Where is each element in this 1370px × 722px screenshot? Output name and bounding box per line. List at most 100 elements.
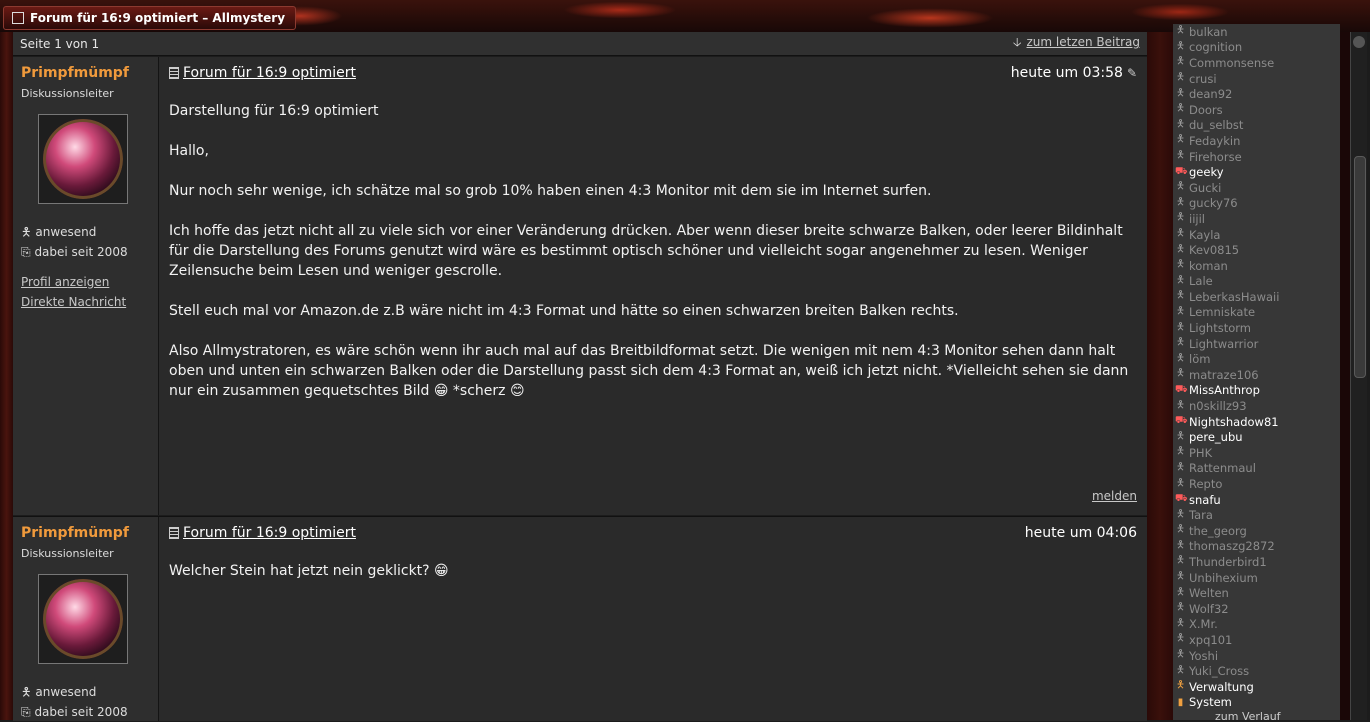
admin-icon: 🯅 [1176, 680, 1185, 692]
member-item[interactable]: 🯅 Rattenmaul [1173, 461, 1340, 477]
member-item[interactable]: 🯅 Wolf32 [1173, 601, 1340, 617]
member-item[interactable]: ⛟ Nightshadow81 [1173, 414, 1340, 430]
member-name: dean92 [1189, 87, 1233, 102]
member-name: bulkan [1189, 24, 1228, 39]
person-icon: 🯅 [1176, 539, 1185, 551]
browser-tab[interactable]: Forum für 16:9 optimiert – Allmystery [3, 6, 297, 30]
avatar[interactable] [38, 574, 128, 664]
member-item[interactable]: 🯅 PHK [1173, 445, 1340, 461]
member-item[interactable]: 🯅 Lightstorm [1173, 320, 1340, 336]
member-item[interactable]: 🯅 Thunderbird1 [1173, 554, 1340, 570]
member-item[interactable]: 🯅 Lale [1173, 274, 1340, 290]
member-item[interactable]: ⛟ geeky [1173, 164, 1340, 180]
member-item[interactable]: 🯅 pere_ubu [1173, 429, 1340, 445]
person-icon: 🯅 [1176, 243, 1185, 255]
member-item[interactable]: 🯅 Unbihexium [1173, 570, 1340, 586]
member-item[interactable]: 🯅 löm [1173, 351, 1340, 367]
member-item[interactable]: 🯅 Repto [1173, 476, 1340, 492]
profile-link[interactable]: Profil anzeigen [21, 272, 150, 292]
member-item[interactable]: 🯅 koman [1173, 258, 1340, 274]
post-title-link[interactable]: Forum für 16:9 optimiert [183, 65, 356, 81]
username[interactable]: Primpfmümpf [21, 525, 150, 541]
member-item[interactable]: 🯅 X.Mr. [1173, 617, 1340, 633]
member-item[interactable]: 🯅 Tara [1173, 507, 1340, 523]
member-name: Repto [1189, 477, 1223, 492]
member-item[interactable]: 🯅 Firehorse [1173, 149, 1340, 165]
member-item[interactable]: 🯅 dean92 [1173, 86, 1340, 102]
member-name: MissAnthrop [1189, 383, 1260, 398]
member-name: the_georg [1189, 523, 1247, 538]
latest-post-link[interactable]: zum letzen Beitrag [1027, 35, 1141, 49]
post-time: heute um 03:58 [1010, 65, 1123, 81]
member-name: iijil [1189, 211, 1205, 226]
member-name: Thunderbird1 [1189, 554, 1267, 569]
member-item[interactable]: 🯅 iijil [1173, 211, 1340, 227]
user-since: dabei seit 2008 [34, 245, 128, 259]
member-item[interactable]: 🯅 Welten [1173, 585, 1340, 601]
member-item[interactable]: 🯅 bulkan [1173, 24, 1340, 40]
member-item[interactable]: 🯅 Lemniskate [1173, 305, 1340, 321]
member-item[interactable]: 🯅 the_georg [1173, 523, 1340, 539]
edit-icon[interactable]: ✎ [1127, 66, 1137, 80]
person-icon: 🯅 [1176, 368, 1185, 380]
member-item[interactable]: 🯅 Yuki_Cross [1173, 663, 1340, 679]
avatar[interactable] [38, 114, 128, 204]
person-icon: 🯅 [1176, 461, 1185, 473]
person-icon: 🯅 [1176, 524, 1185, 536]
page-icon [12, 12, 24, 24]
member-name: n0skillz93 [1189, 399, 1247, 414]
member-item[interactable]: 🯅 crusi [1173, 71, 1340, 87]
post-author-panel: Primpfmümpf Diskussionsleiter 🯅 anwesend… [13, 517, 159, 721]
left-border [0, 32, 13, 720]
member-item[interactable]: 🯅 thomaszg2872 [1173, 539, 1340, 555]
post-title-link[interactable]: Forum für 16:9 optimiert [183, 525, 356, 541]
member-item[interactable]: 🯅 xpq101 [1173, 632, 1340, 648]
person-icon: 🯅 [1176, 633, 1185, 645]
member-item[interactable]: 🯅 Verwaltung [1173, 679, 1340, 695]
member-item[interactable]: 🯅 Doors [1173, 102, 1340, 118]
member-item[interactable]: ⛟ snafu [1173, 492, 1340, 508]
member-item[interactable]: 🯅 Gucki [1173, 180, 1340, 196]
member-name: geeky [1189, 165, 1224, 180]
member-item[interactable]: 🯅 matraze106 [1173, 367, 1340, 383]
member-item[interactable]: 🯅 Yoshi [1173, 648, 1340, 664]
member-name: Firehorse [1189, 149, 1242, 164]
scroll-up-button[interactable] [1353, 36, 1365, 48]
member-item[interactable]: ▮ System [1173, 695, 1340, 711]
member-name: Fedaykin [1189, 133, 1241, 148]
member-name: Wolf32 [1189, 601, 1229, 616]
member-item[interactable]: 🯅 Kev0815 [1173, 242, 1340, 258]
member-item[interactable]: 🯅 Lightwarrior [1173, 336, 1340, 352]
member-name: Welten [1189, 586, 1229, 601]
right-border [1340, 32, 1350, 720]
user-status: anwesend [35, 685, 97, 699]
report-link[interactable]: melden [1092, 489, 1137, 503]
member-item[interactable]: 🯅 n0skillz93 [1173, 398, 1340, 414]
person-icon: 🯅 [1176, 446, 1185, 458]
member-item[interactable]: 🯅 gucky76 [1173, 196, 1340, 212]
scrollbar[interactable] [1350, 32, 1367, 720]
member-item[interactable]: 🯅 LeberkasHawaii [1173, 289, 1340, 305]
person-icon: 🯅 [1176, 477, 1185, 489]
member-item[interactable]: 🯅 Kayla [1173, 227, 1340, 243]
online-user-icon: ⛟ [1175, 165, 1188, 177]
member-name: LeberkasHawaii [1189, 289, 1280, 304]
direct-message-link[interactable]: Direkte Nachricht [21, 292, 150, 312]
member-name: Gucki [1189, 180, 1222, 195]
online-user-icon: ⛟ [1175, 493, 1188, 505]
post-content: Forum für 16:9 optimiert heute um 03:58 … [159, 57, 1147, 515]
member-name: Lale [1189, 274, 1213, 289]
history-link[interactable]: zum Verlauf [1173, 710, 1340, 720]
member-name: Nightshadow81 [1189, 414, 1279, 429]
member-item[interactable]: 🯅 Commonsense [1173, 55, 1340, 71]
username[interactable]: Primpfmümpf [21, 65, 150, 81]
member-name: matraze106 [1189, 367, 1259, 382]
person-icon: 🯅 [1176, 25, 1185, 37]
member-item[interactable]: 🯅 cognition [1173, 40, 1340, 56]
calendar-icon: ⎘ [21, 245, 31, 259]
member-item[interactable]: ⛟ MissAnthrop [1173, 383, 1340, 399]
member-item[interactable]: 🯅 Fedaykin [1173, 133, 1340, 149]
member-name: löm [1189, 352, 1211, 367]
member-item[interactable]: 🯅 du_selbst [1173, 118, 1340, 134]
scroll-thumb[interactable] [1354, 156, 1366, 378]
